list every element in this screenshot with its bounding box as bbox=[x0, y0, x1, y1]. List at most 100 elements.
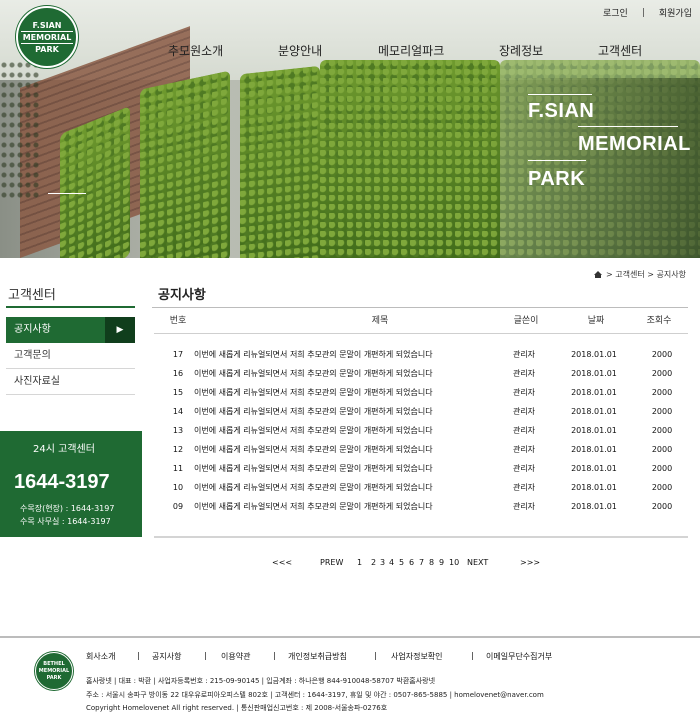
sidebar-item-label: 사진자료실 bbox=[14, 376, 60, 387]
footer-info-line1: 홈사랑넷 | 대표 : 박환 | 사업자등록번호 : 215-09-90145 … bbox=[86, 677, 436, 685]
page-number[interactable]: 1 bbox=[357, 558, 362, 567]
home-icon[interactable] bbox=[594, 271, 603, 278]
cell-date: 2018.01.01 bbox=[571, 483, 617, 492]
footer-divider bbox=[0, 636, 700, 638]
cell-writer: 관리자 bbox=[512, 350, 536, 359]
nav-item-customer-center[interactable]: 고객센터 bbox=[598, 42, 642, 59]
cell-views: 2000 bbox=[651, 502, 673, 511]
hero-title-line2: MEMORIAL bbox=[578, 133, 691, 155]
join-link[interactable]: 회원가입 bbox=[659, 6, 692, 19]
cell-views: 2000 bbox=[651, 407, 673, 416]
top-links-separator: | bbox=[641, 7, 645, 18]
footer-link-email-policy[interactable]: 이메일무단수집거부 bbox=[486, 651, 552, 662]
page-number[interactable]: 10 bbox=[449, 558, 459, 567]
cell-title[interactable]: 이번에 새롭게 리뉴얼되면서 저희 추모관의 문말이 개편하게 되었습니다 bbox=[194, 383, 524, 402]
callcenter-number: 1644-3197 bbox=[14, 471, 110, 493]
page-number[interactable]: 3 bbox=[380, 558, 385, 567]
footer-logo-line2: MEMORIAL bbox=[38, 667, 70, 674]
main-navigation: 추모원소개 분양안내 메모리얼파크 장례정보 고객센터 bbox=[0, 42, 700, 58]
hero-banner: F.SIAN MEMORIAL PARK bbox=[0, 0, 700, 258]
cell-title[interactable]: 이번에 새롭게 리뉴얼되면서 저희 추모관의 문말이 개편하게 되었습니다 bbox=[194, 459, 524, 478]
cell-writer: 관리자 bbox=[512, 426, 536, 435]
sidebar-item-notice[interactable]: 공지사항 ▶ bbox=[6, 317, 135, 343]
sidebar-item-label: 공지사항 bbox=[14, 324, 51, 335]
page-next-button[interactable]: NEXT bbox=[467, 558, 488, 567]
callcenter-box: 24시 고객센터 1644-3197 수목장(현장) : 1644-3197 수… bbox=[0, 431, 142, 537]
cell-date: 2018.01.01 bbox=[571, 464, 617, 473]
nav-item-memorial-park[interactable]: 메모리얼파크 bbox=[378, 42, 444, 59]
nav-item-funeral-info[interactable]: 장례정보 bbox=[499, 42, 543, 59]
table-body: 17 이번에 새롭게 리뉴얼되면서 저희 추모관의 문말이 개편하게 되었습니다… bbox=[154, 345, 688, 516]
footer-link-company[interactable]: 회사소개 bbox=[86, 651, 115, 662]
site-logo[interactable]: F.SIAN MEMORIAL PARK bbox=[16, 6, 78, 68]
page-last-button[interactable]: >>> bbox=[520, 558, 540, 567]
cell-writer: 관리자 bbox=[512, 369, 536, 378]
cell-title[interactable]: 이번에 새롭게 리뉴얼되면서 저희 추모관의 문말이 개편하게 되었습니다 bbox=[194, 345, 524, 364]
page-number[interactable]: 8 bbox=[429, 558, 434, 567]
footer-link-business-info[interactable]: 사업자정보확인 bbox=[391, 651, 443, 662]
table-row[interactable]: 15 이번에 새롭게 리뉴얼되면서 저희 추모관의 문말이 개편하게 되었습니다… bbox=[154, 383, 688, 402]
nav-item-about[interactable]: 추모원소개 bbox=[168, 42, 223, 59]
sidebar-item-photos[interactable]: 사진자료실 bbox=[6, 369, 135, 395]
arrow-right-icon: ▶ bbox=[105, 317, 135, 343]
callcenter-line1: 수목장(현장) : 1644-3197 bbox=[20, 504, 115, 513]
page-number[interactable]: 7 bbox=[419, 558, 424, 567]
callcenter-line2: 수목 사무실 : 1644-3197 bbox=[20, 517, 111, 526]
cell-views: 2000 bbox=[651, 388, 673, 397]
nav-item-sales[interactable]: 분양안내 bbox=[278, 42, 322, 59]
header-no: 번호 bbox=[169, 316, 187, 326]
breadcrumb-separator: > bbox=[606, 270, 613, 279]
table-header: 번호 제목 글쓴이 날짜 조회수 bbox=[154, 308, 688, 334]
cell-date: 2018.01.01 bbox=[571, 350, 617, 359]
footer-logo-line1: BETHEL bbox=[43, 660, 65, 667]
page-number[interactable]: 4 bbox=[389, 558, 394, 567]
breadcrumb: > 고객센터 > 공지사항 bbox=[594, 269, 686, 280]
cell-title[interactable]: 이번에 새롭게 리뉴얼되면서 저희 추모관의 문말이 개편하게 되었습니다 bbox=[194, 402, 524, 421]
page-number[interactable]: 2 bbox=[371, 558, 376, 567]
breadcrumb-level2[interactable]: 공지사항 bbox=[657, 269, 686, 280]
table-row[interactable]: 12 이번에 새롭게 리뉴얼되면서 저희 추모관의 문말이 개편하게 되었습니다… bbox=[154, 440, 688, 459]
header-writer: 글쓴이 bbox=[513, 316, 539, 326]
sidebar-item-inquiry[interactable]: 고객문의 bbox=[6, 343, 135, 369]
footer-separator: | bbox=[137, 651, 140, 660]
cell-title[interactable]: 이번에 새롭게 리뉴얼되면서 저희 추모관의 문말이 개편하게 되었습니다 bbox=[194, 364, 524, 383]
login-link[interactable]: 로그인 bbox=[603, 6, 628, 19]
page-first-button[interactable]: <<< bbox=[272, 558, 292, 567]
cell-title[interactable]: 이번에 새롭게 리뉴얼되면서 저희 추모관의 문말이 개편하게 되었습니다 bbox=[194, 478, 524, 497]
page-number[interactable]: 6 bbox=[409, 558, 414, 567]
cell-views: 2000 bbox=[651, 483, 673, 492]
sidebar-menu: 공지사항 ▶ 고객문의 사진자료실 bbox=[6, 317, 135, 395]
cell-title[interactable]: 이번에 새롭게 리뉴얼되면서 저희 추모관의 문말이 개편하게 되었습니다 bbox=[194, 440, 524, 459]
table-row[interactable]: 11 이번에 새롭게 리뉴얼되면서 저희 추모관의 문말이 개편하게 되었습니다… bbox=[154, 459, 688, 478]
cell-views: 2000 bbox=[651, 350, 673, 359]
cell-title[interactable]: 이번에 새롭게 리뉴얼되면서 저희 추모관의 문말이 개편하게 되었습니다 bbox=[194, 421, 524, 440]
page-title: 공지사항 bbox=[158, 288, 206, 303]
cell-date: 2018.01.01 bbox=[571, 426, 617, 435]
table-row[interactable]: 16 이번에 새롭게 리뉴얼되면서 저희 추모관의 문말이 개편하게 되었습니다… bbox=[154, 364, 688, 383]
cell-writer: 관리자 bbox=[512, 502, 536, 511]
cell-date: 2018.01.01 bbox=[571, 388, 617, 397]
footer-logo: BETHEL MEMORIAL PARK bbox=[35, 652, 73, 690]
table-row[interactable]: 14 이번에 새롭게 리뉴얼되면서 저희 추모관의 문말이 개편하게 되었습니다… bbox=[154, 402, 688, 421]
table-row[interactable]: 17 이번에 새롭게 리뉴얼되면서 저희 추모관의 문말이 개편하게 되었습니다… bbox=[154, 345, 688, 364]
sidebar-divider bbox=[6, 306, 135, 308]
cell-writer: 관리자 bbox=[512, 464, 536, 473]
footer-info-line3: Copyright Homelovenet All right reserved… bbox=[86, 704, 388, 712]
table-row[interactable]: 10 이번에 새롭게 리뉴얼되면서 저희 추모관의 문말이 개편하게 되었습니다… bbox=[154, 478, 688, 497]
sidebar-item-label: 고객문의 bbox=[14, 350, 51, 361]
cell-title[interactable]: 이번에 새롭게 리뉴얼되면서 저희 추모관의 문말이 개편하게 되었습니다 bbox=[194, 497, 524, 516]
page-number[interactable]: 9 bbox=[439, 558, 444, 567]
page-prev-button[interactable]: PREW bbox=[320, 558, 343, 567]
footer-link-terms[interactable]: 이용약관 bbox=[221, 651, 250, 662]
header-views: 조회수 bbox=[646, 316, 672, 326]
cell-date: 2018.01.01 bbox=[571, 407, 617, 416]
footer-link-notice[interactable]: 공지사항 bbox=[152, 651, 181, 662]
table-row[interactable]: 13 이번에 새롭게 리뉴얼되면서 저희 추모관의 문말이 개편하게 되었습니다… bbox=[154, 421, 688, 440]
footer-info-line2: 주소 : 서울시 송파구 방이동 22 대우유로피아오피스텔 802호 | 고객… bbox=[86, 691, 544, 699]
table-row[interactable]: 09 이번에 새롭게 리뉴얼되면서 저희 추모관의 문말이 개편하게 되었습니다… bbox=[154, 497, 688, 516]
footer-separator: | bbox=[471, 651, 474, 660]
breadcrumb-level1[interactable]: 고객센터 bbox=[615, 269, 644, 280]
footer-link-privacy[interactable]: 개인정보취급방침 bbox=[288, 651, 347, 662]
page-number[interactable]: 5 bbox=[399, 558, 404, 567]
cell-writer: 관리자 bbox=[512, 388, 536, 397]
